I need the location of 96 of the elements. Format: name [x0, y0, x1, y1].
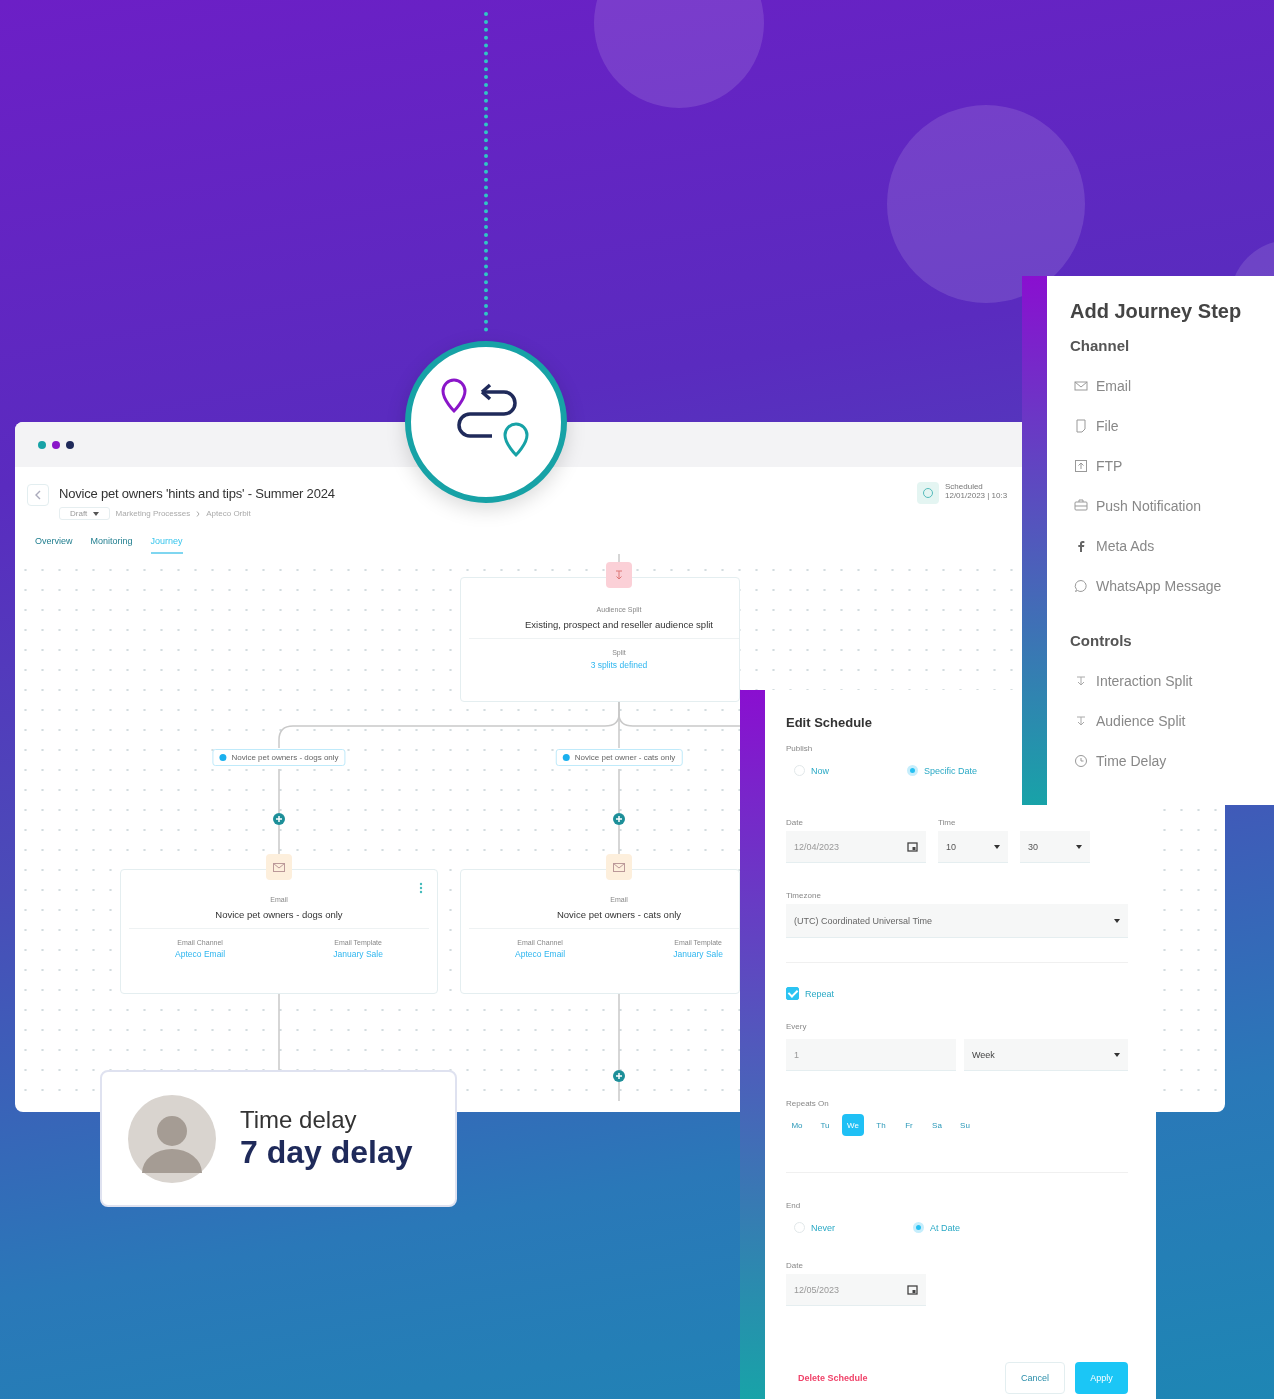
- status-dropdown[interactable]: Draft: [59, 507, 110, 520]
- whatsapp-icon: [1074, 579, 1088, 593]
- connector-line: [278, 824, 280, 855]
- connector-line: [618, 824, 620, 855]
- radio-option[interactable]: Specific Date: [899, 765, 978, 776]
- add-step-icon[interactable]: [613, 813, 625, 825]
- connector-line: [278, 768, 280, 814]
- weekday-toggle[interactable]: Th: [870, 1114, 892, 1136]
- clock-icon: [1074, 754, 1088, 768]
- panel-title: Edit Schedule: [786, 715, 872, 730]
- envelope-icon: [1074, 379, 1088, 393]
- weekday-toggle[interactable]: Sa: [926, 1114, 948, 1136]
- field-value-link[interactable]: January Sale: [673, 949, 723, 959]
- weekday-toggle[interactable]: Mo: [786, 1114, 808, 1136]
- radio-option[interactable]: Now: [786, 765, 829, 776]
- more-icon[interactable]: [419, 882, 423, 894]
- email-icon: [266, 854, 292, 880]
- timezone-dropdown[interactable]: (UTC) Coordinated Universal Time: [786, 904, 1128, 938]
- step-option[interactable]: File: [1070, 406, 1119, 446]
- step-option[interactable]: Push Notification: [1070, 486, 1202, 526]
- split-icon: [1074, 714, 1088, 728]
- step-option[interactable]: Time Delay: [1070, 741, 1167, 781]
- connector-line: [618, 554, 620, 563]
- tab[interactable]: Journey: [150, 534, 183, 554]
- field-label: Timezone: [786, 891, 821, 900]
- date-field[interactable]: 12/04/2023: [786, 831, 926, 863]
- cancel-button[interactable]: Cancel: [1005, 1362, 1065, 1394]
- connector-line: [618, 768, 620, 814]
- field-label: End: [786, 1201, 801, 1210]
- schedule-label: Scheduled: [945, 482, 984, 491]
- weekday-toggle[interactable]: We: [842, 1114, 864, 1136]
- tab[interactable]: Overview: [35, 534, 73, 554]
- weekday-toggle[interactable]: Tu: [814, 1114, 836, 1136]
- tab[interactable]: Monitoring: [90, 534, 133, 554]
- journey-title: Novice pet owners 'hints and tips' - Summer 2024: [59, 486, 336, 501]
- minute-dropdown[interactable]: 30: [1020, 831, 1090, 863]
- avatar-icon: [128, 1094, 216, 1183]
- file-icon: [1074, 419, 1088, 433]
- caret-icon: [1114, 1052, 1120, 1057]
- schedule-date: 12/01/2023 | 10:3: [945, 491, 1009, 500]
- step-option[interactable]: WhatsApp Message: [1070, 566, 1222, 606]
- step-option[interactable]: Meta Ads: [1070, 526, 1155, 566]
- add-step-icon[interactable]: [613, 1070, 625, 1082]
- field-label: Date: [786, 1261, 803, 1270]
- step-option[interactable]: FTP: [1070, 446, 1123, 486]
- node-title: Novice pet owners - cats only: [556, 909, 682, 920]
- caret-icon: [1114, 918, 1120, 923]
- delete-schedule-link[interactable]: Delete Schedule: [798, 1373, 1005, 1383]
- field-value-link[interactable]: Apteco Email: [515, 949, 566, 959]
- caret-icon: [1076, 844, 1082, 849]
- apply-button[interactable]: Apply: [1075, 1362, 1128, 1394]
- split-icon: [1074, 674, 1088, 688]
- caret-icon: [92, 511, 99, 516]
- schedule-icon: [917, 482, 939, 504]
- breadcrumb-link[interactable]: Apteco Orbit: [206, 509, 251, 518]
- breadcrumb-link[interactable]: Marketing Processes: [115, 509, 191, 518]
- node-title: Existing, prospect and reseller audience split: [525, 619, 713, 630]
- field-label: Time: [938, 818, 957, 827]
- chevron-icon: [196, 510, 201, 517]
- radio-option[interactable]: At Date: [905, 1222, 961, 1233]
- add-step-icon[interactable]: [273, 813, 285, 825]
- weekday-toggle[interactable]: Su: [954, 1114, 976, 1136]
- weekday-toggle[interactable]: Fr: [898, 1114, 920, 1136]
- branch-label[interactable]: Novice pet owners - dogs only: [212, 749, 346, 766]
- branch-label[interactable]: Novice pet owner - cats only: [555, 749, 683, 766]
- field-value-link[interactable]: 3 splits defined: [590, 660, 648, 670]
- email-icon: [606, 854, 632, 880]
- hour-dropdown[interactable]: 10: [938, 831, 1008, 863]
- date-field[interactable]: 12/05/2023: [786, 1274, 926, 1306]
- step-option[interactable]: Audience Split: [1070, 701, 1186, 741]
- field-label: Repeats On: [786, 1099, 829, 1108]
- section-heading: Channel: [1070, 337, 1131, 354]
- back-icon: [34, 490, 42, 500]
- repeat-checkbox[interactable]: Repeat: [786, 987, 835, 1000]
- field-value-link[interactable]: Apteco Email: [175, 949, 226, 959]
- calendar-icon: [907, 1284, 918, 1295]
- interval-field[interactable]: 1: [786, 1039, 956, 1071]
- split-icon: [606, 562, 632, 588]
- panel-title: Add Journey Step: [1070, 300, 1243, 323]
- window-dots-icon: [37, 439, 75, 450]
- delay-label: Time delay: [240, 1106, 358, 1134]
- section-heading: Controls: [1070, 632, 1133, 649]
- unit-dropdown[interactable]: Week: [964, 1039, 1128, 1071]
- caret-icon: [994, 844, 1000, 849]
- field-label: Date: [786, 818, 804, 827]
- field-label: Every: [786, 1022, 807, 1031]
- connector-line: [618, 1081, 620, 1101]
- node-title: Novice pet owners - dogs only: [215, 909, 343, 920]
- step-option[interactable]: Email: [1070, 366, 1131, 406]
- step-option[interactable]: Interaction Split: [1070, 661, 1193, 701]
- delay-value: 7 day delay: [240, 1134, 413, 1171]
- field-value-link[interactable]: January Sale: [333, 949, 383, 959]
- upload-box-icon: [1074, 459, 1088, 473]
- calendar-icon: [907, 841, 918, 852]
- radio-option[interactable]: Never: [786, 1222, 835, 1233]
- field-label: Publish: [786, 744, 813, 753]
